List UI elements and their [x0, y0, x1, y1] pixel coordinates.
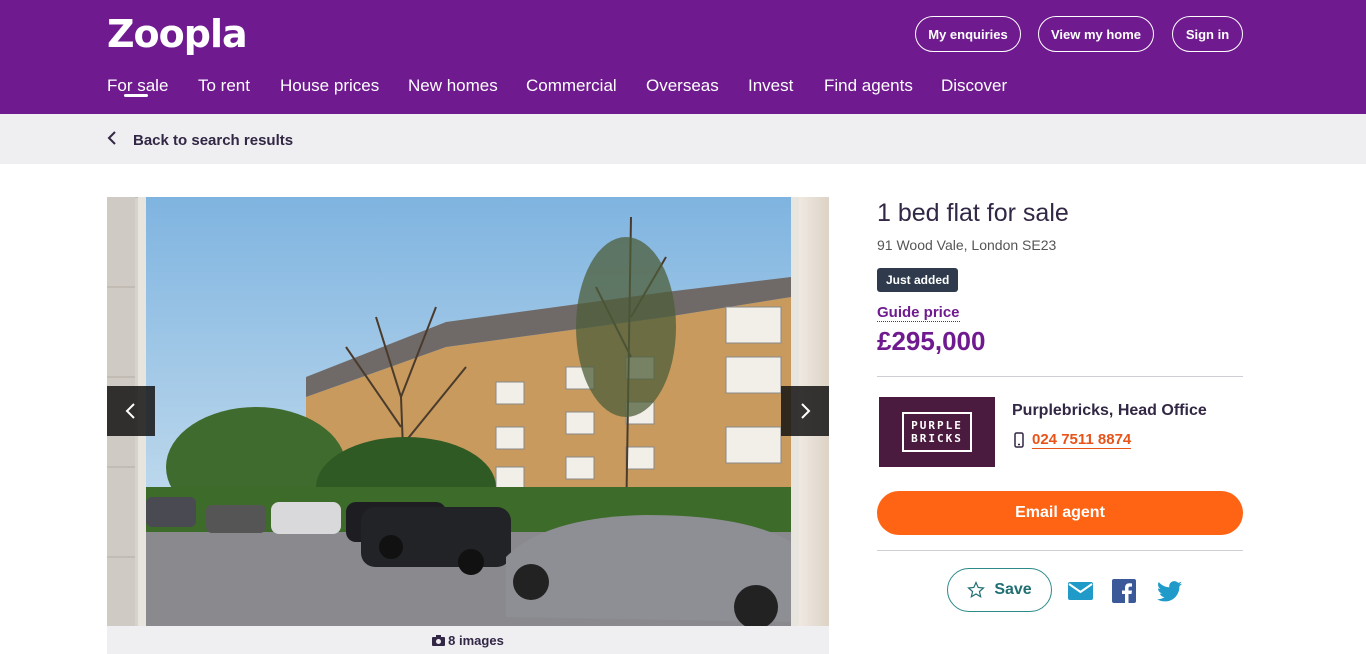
divider — [877, 376, 1243, 377]
agent-name[interactable]: Purplebricks, Head Office — [1012, 402, 1207, 420]
listing-address: 91 Wood Vale, London SE23 — [877, 237, 1057, 253]
agent-phone-number: 024 7511 8874 — [1032, 431, 1132, 449]
agent-logo-mark: PURPLE BRICKS — [902, 412, 972, 452]
my-enquiries-button[interactable]: My enquiries — [915, 16, 1021, 52]
zoopla-logo[interactable]: Zoopla — [107, 12, 248, 56]
nav-overseas[interactable]: Overseas — [646, 76, 719, 96]
view-my-home-button[interactable]: View my home — [1038, 16, 1154, 52]
divider — [877, 550, 1243, 551]
star-icon — [967, 581, 986, 598]
active-nav-indicator — [124, 94, 148, 97]
agent-logo-line2: BRICKS — [911, 432, 963, 445]
email-icon — [1067, 582, 1093, 600]
share-facebook-button[interactable] — [1111, 579, 1137, 603]
save-button[interactable]: Save — [947, 568, 1052, 612]
main-property-photo[interactable] — [146, 197, 791, 626]
nav-find-agents[interactable]: Find agents — [824, 76, 913, 96]
nav-commercial[interactable]: Commercial — [526, 76, 617, 96]
site-header: Zoopla My enquiries View my home Sign in… — [0, 0, 1366, 114]
status-badge: Just added — [877, 268, 959, 292]
chevron-left-icon — [125, 403, 135, 419]
nav-for-sale[interactable]: For sale — [107, 76, 168, 96]
nav-invest[interactable]: Invest — [748, 76, 793, 96]
save-button-label: Save — [994, 581, 1032, 598]
nav-to-rent[interactable]: To rent — [198, 76, 250, 96]
listing-price: £295,000 — [877, 326, 986, 356]
mobile-phone-icon — [1014, 432, 1024, 448]
chevron-right-icon — [801, 403, 811, 419]
facebook-icon — [1112, 579, 1136, 603]
photo-gallery — [107, 197, 829, 626]
listing-title: 1 bed flat for sale — [877, 199, 1069, 227]
twitter-icon — [1156, 580, 1182, 601]
image-count[interactable]: 8 images — [107, 626, 829, 654]
back-link-label: Back to search results — [133, 132, 294, 149]
sign-in-button[interactable]: Sign in — [1172, 16, 1243, 52]
share-twitter-button[interactable] — [1156, 579, 1182, 603]
price-qualifier[interactable]: Guide price — [877, 304, 960, 322]
nav-discover[interactable]: Discover — [941, 76, 1007, 96]
nav-house-prices[interactable]: House prices — [280, 76, 379, 96]
image-count-label: 8 images — [448, 632, 504, 648]
gallery-next-button[interactable] — [781, 386, 829, 436]
price-qualifier-label: Guide price — [877, 304, 960, 322]
agent-logo[interactable]: PURPLE BRICKS — [879, 397, 995, 467]
gallery-prev-button[interactable] — [107, 386, 155, 436]
email-agent-button[interactable]: Email agent — [877, 491, 1243, 535]
nav-new-homes[interactable]: New homes — [408, 76, 498, 96]
camera-icon — [432, 634, 446, 646]
agent-phone-link[interactable]: 024 7511 8874 — [1014, 431, 1132, 449]
back-to-results-link[interactable]: Back to search results — [107, 130, 293, 151]
agent-logo-line1: PURPLE — [911, 419, 963, 432]
chevron-left-icon — [107, 130, 117, 151]
share-email-button[interactable] — [1067, 579, 1093, 603]
